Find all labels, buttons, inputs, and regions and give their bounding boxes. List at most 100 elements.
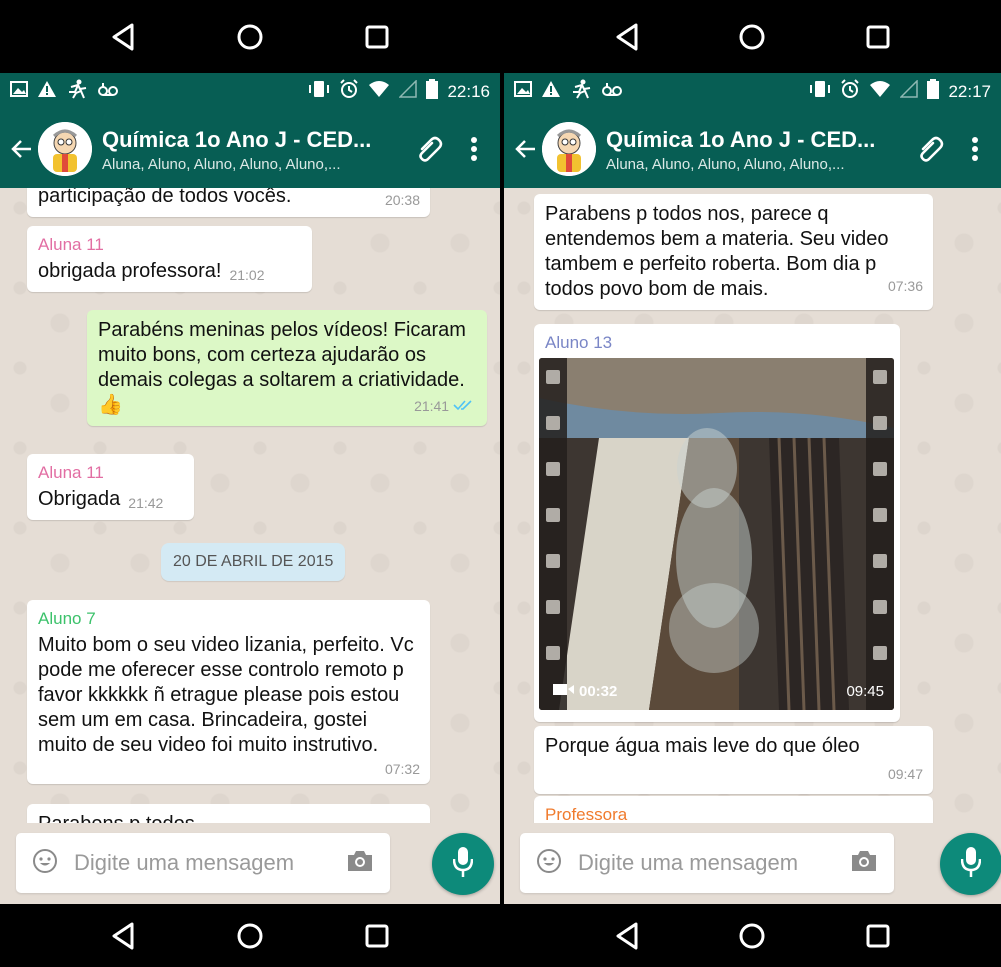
- message-text: Muito bom o seu video lizania, perfeito.…: [38, 634, 414, 756]
- compose-bar: Digite uma mensagem: [504, 823, 1001, 904]
- camera-icon[interactable]: [346, 849, 374, 878]
- back-icon[interactable]: [512, 135, 540, 163]
- emoji-icon[interactable]: [32, 848, 58, 879]
- message-bubble[interactable]: participação de todos vocês. 20:38: [27, 188, 430, 217]
- wifi-icon: [869, 80, 891, 103]
- paperclip-icon[interactable]: [412, 131, 448, 167]
- activity-icon: [570, 79, 592, 104]
- camera-icon[interactable]: [850, 849, 878, 878]
- nav-recents-icon[interactable]: [858, 17, 898, 57]
- status-time: 22:16: [447, 81, 490, 101]
- message-bubble[interactable]: Porque água mais leve do que óleo 09:47: [534, 726, 933, 794]
- status-bar: 22:16: [0, 73, 500, 110]
- message-text: Porque água mais leve do que óleo: [545, 735, 860, 757]
- warning-icon: [37, 80, 57, 103]
- nav-home-icon[interactable]: [230, 17, 270, 57]
- status-bar: 22:17: [504, 73, 1001, 110]
- more-vert-icon[interactable]: [456, 131, 492, 167]
- compose-bar: Digite uma mensagem: [0, 823, 500, 904]
- signal-icon: [899, 79, 919, 103]
- voicemail-icon: [601, 81, 623, 102]
- video-camera-icon: [553, 682, 575, 700]
- message-text: Parabens p todos nos, parece q entendemo…: [545, 203, 889, 300]
- emoji-icon[interactable]: [536, 848, 562, 879]
- video-frame-image: [539, 358, 894, 710]
- right-phone-screen: 22:17 Química 1o Ano J - CED... Aluna, A…: [504, 0, 1001, 967]
- chat-messages: Parabens p todos nos, parece q entendemo…: [504, 188, 1001, 887]
- group-avatar[interactable]: [542, 122, 596, 176]
- message-bubble[interactable]: Parabens p todos nos, parece q entendemo…: [534, 194, 933, 310]
- message-time: 21:02: [229, 267, 265, 283]
- input-placeholder: Digite uma mensagem: [74, 850, 295, 875]
- signal-icon: [398, 79, 418, 103]
- message-time: 21:42: [128, 495, 164, 511]
- message-time: 07:36: [887, 278, 923, 294]
- nav-recents-icon[interactable]: [858, 916, 898, 956]
- top-navigation-bar: [0, 0, 500, 73]
- message-time: 09:47: [887, 766, 923, 782]
- date-divider: 20 DE ABRIL DE 2015: [161, 543, 346, 581]
- chat-title[interactable]: Química 1o Ano J - CED...: [102, 126, 404, 154]
- nav-back-icon[interactable]: [103, 916, 143, 956]
- sender-name: Aluna 11: [38, 235, 104, 254]
- alarm-icon: [840, 79, 860, 104]
- vibrate-icon: [809, 80, 831, 103]
- left-phone-screen: 22:16 Química 1o Ano J - CED... Aluna, A…: [0, 0, 500, 967]
- nav-recents-icon[interactable]: [357, 916, 397, 956]
- outgoing-message-bubble[interactable]: Parabéns meninas pelos vídeos! Ficaram m…: [87, 310, 487, 426]
- alarm-icon: [339, 79, 359, 104]
- warning-icon: [541, 80, 561, 103]
- sender-name: Aluno 7: [38, 609, 96, 628]
- video-duration: 00:32: [553, 682, 617, 700]
- nav-recents-icon[interactable]: [357, 17, 397, 57]
- mic-button[interactable]: [432, 833, 494, 895]
- sender-name: Aluna 11: [38, 463, 104, 482]
- message-input[interactable]: Digite uma mensagem: [16, 833, 390, 893]
- message-input[interactable]: Digite uma mensagem: [520, 833, 894, 893]
- mic-icon: [960, 846, 982, 883]
- bottom-navigation-bar: [504, 904, 1001, 967]
- nav-home-icon[interactable]: [732, 17, 772, 57]
- sender-name: Aluno 13: [545, 333, 613, 352]
- nav-home-icon[interactable]: [732, 916, 772, 956]
- video-message[interactable]: Aluno 13 00:32 09:45: [534, 324, 900, 722]
- vibrate-icon: [308, 80, 330, 103]
- input-placeholder: Digite uma mensagem: [578, 850, 799, 875]
- battery-icon: [927, 79, 940, 104]
- paperclip-icon[interactable]: [913, 131, 949, 167]
- message-bubble[interactable]: Aluno 7 Muito bom o seu video lizania, p…: [27, 600, 430, 784]
- message-text: Obrigada: [38, 488, 121, 510]
- chat-participants[interactable]: Aluna, Aluno, Aluno, Aluno, Aluno,...: [102, 156, 404, 173]
- video-thumbnail[interactable]: 00:32 09:45: [539, 358, 894, 710]
- chat-participants[interactable]: Aluna, Aluno, Aluno, Aluno, Aluno,...: [606, 156, 905, 173]
- message-time: 09:45: [846, 683, 884, 700]
- battery-icon: [426, 79, 439, 104]
- read-receipt-icon: [453, 398, 473, 414]
- more-vert-icon[interactable]: [957, 131, 993, 167]
- group-avatar[interactable]: [38, 122, 92, 176]
- chat-title[interactable]: Química 1o Ano J - CED...: [606, 126, 905, 154]
- bottom-navigation-bar: [0, 904, 500, 967]
- message-time: 20:38: [384, 192, 420, 208]
- chat-header: Química 1o Ano J - CED... Aluna, Aluno, …: [0, 110, 500, 188]
- message-bubble[interactable]: Aluna 11 obrigada professora! 21:02: [27, 226, 312, 292]
- message-time: 21:41: [414, 399, 473, 413]
- message-text: Parabéns meninas pelos vídeos! Ficaram m…: [98, 319, 466, 416]
- message-bubble[interactable]: Aluna 11 Obrigada 21:42: [27, 454, 194, 520]
- nav-home-icon[interactable]: [230, 916, 270, 956]
- activity-icon: [66, 79, 88, 104]
- mic-button[interactable]: [940, 833, 1001, 895]
- message-time: 07:32: [384, 761, 420, 777]
- nav-back-icon[interactable]: [607, 17, 647, 57]
- nav-back-icon[interactable]: [607, 916, 647, 956]
- message-text: obrigada professora!: [38, 260, 222, 282]
- wifi-icon: [368, 80, 390, 103]
- back-icon[interactable]: [8, 135, 36, 163]
- image-notification-icon: [514, 81, 532, 102]
- nav-back-icon[interactable]: [103, 17, 143, 57]
- mic-icon: [452, 846, 474, 883]
- message-text: participação de todos vocês.: [38, 188, 292, 207]
- chat-header: Química 1o Ano J - CED... Aluna, Aluno, …: [504, 110, 1001, 188]
- chat-messages: participação de todos vocês. 20:38 Aluna …: [0, 188, 500, 887]
- status-time: 22:17: [948, 81, 991, 101]
